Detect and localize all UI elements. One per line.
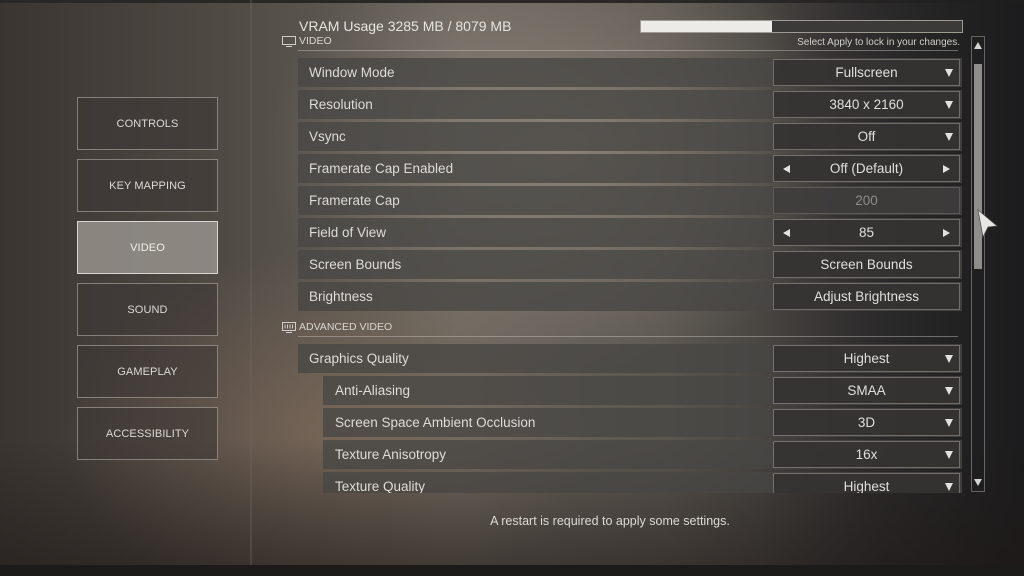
chevron-down-icon — [945, 483, 953, 491]
setting-label: Vsync — [309, 129, 346, 144]
setting-row-brightness: Brightness Adjust Brightness — [298, 282, 962, 311]
vram-usage-fill — [641, 21, 772, 32]
monitor-icon — [282, 35, 296, 47]
bottom-edge — [0, 565, 1024, 576]
setting-label: Anti-Aliasing — [335, 383, 411, 398]
field-value: 200 — [855, 193, 878, 208]
nav-sound-button[interactable]: SOUND — [77, 283, 218, 336]
chevron-down-icon — [945, 419, 953, 427]
nav-accessibility-button[interactable]: ACCESSIBILITY — [77, 407, 218, 460]
setting-label: Graphics Quality — [309, 351, 409, 366]
screen-bounds-button[interactable]: Screen Bounds — [773, 251, 960, 278]
anti-aliasing-dropdown[interactable]: SMAA — [773, 377, 960, 404]
setting-label: Resolution — [309, 97, 373, 112]
restart-required-message: A restart is required to apply some sett… — [490, 514, 730, 528]
setting-row-framerate-cap: Framerate Cap 200 — [298, 186, 962, 215]
arrow-right-icon[interactable] — [943, 229, 950, 237]
setting-label: Field of View — [309, 225, 387, 240]
setting-row-anti-aliasing: Anti-Aliasing SMAA — [323, 376, 962, 405]
setting-label: Framerate Cap — [309, 193, 400, 208]
stepper-value: 85 — [858, 225, 875, 240]
stepper-value: Off (Default) — [829, 161, 904, 176]
chevron-down-icon — [945, 133, 953, 141]
adjust-brightness-button[interactable]: Adjust Brightness — [773, 283, 960, 310]
vram-usage-bar — [640, 20, 963, 33]
section-header-advanced-video: ADVANCED VIDEO — [282, 321, 392, 333]
graphics-quality-dropdown[interactable]: Highest — [773, 345, 960, 372]
setting-label: Framerate Cap Enabled — [309, 161, 454, 176]
vram-usage-label: VRAM Usage 3285 MB / 8079 MB — [299, 18, 512, 34]
arrow-left-icon[interactable] — [783, 165, 790, 173]
setting-row-vsync: Vsync Off — [298, 122, 962, 151]
setting-label: Screen Space Ambient Occlusion — [335, 415, 536, 430]
setting-row-texture-anisotropy: Texture Anisotropy 16x — [323, 440, 962, 469]
nav-video-button[interactable]: VIDEO — [77, 221, 218, 274]
arrow-right-icon[interactable] — [943, 165, 950, 173]
arrow-left-icon[interactable] — [783, 229, 790, 237]
section-title-advanced-video: ADVANCED VIDEO — [299, 321, 393, 333]
chevron-down-icon — [945, 451, 953, 459]
section-divider-advanced-video — [298, 336, 958, 337]
chevron-down-icon — [945, 387, 953, 395]
button-label: Adjust Brightness — [813, 289, 920, 304]
field-of-view-stepper[interactable]: 85 — [773, 219, 960, 246]
scroll-up-arrow-icon[interactable] — [974, 42, 982, 49]
apply-hint-text: Select Apply to lock in your changes. — [797, 37, 960, 48]
section-header-video: VIDEO — [282, 35, 332, 47]
section-title-video: VIDEO — [299, 35, 332, 47]
dropdown-value: 16x — [855, 447, 878, 462]
vsync-dropdown[interactable]: Off — [773, 123, 960, 150]
framerate-cap-field: 200 — [773, 187, 960, 214]
settings-list: Window Mode Fullscreen Resolution 3840 x… — [298, 56, 962, 493]
setting-label: Brightness — [309, 289, 373, 304]
dropdown-value: SMAA — [847, 383, 886, 398]
dropdown-value: 3D — [857, 415, 876, 430]
chevron-down-icon — [945, 69, 953, 77]
setting-row-texture-quality: Texture Quality Highest — [323, 472, 962, 493]
chevron-down-icon — [945, 101, 953, 109]
settings-scrollbar[interactable] — [971, 36, 985, 492]
setting-row-framerate-cap-enabled: Framerate Cap Enabled Off (Default) — [298, 154, 962, 183]
texture-anisotropy-dropdown[interactable]: 16x — [773, 441, 960, 468]
resolution-dropdown[interactable]: 3840 x 2160 — [773, 91, 960, 118]
nav-key-mapping-button[interactable]: KEY MAPPING — [77, 159, 218, 212]
chevron-down-icon — [945, 355, 953, 363]
scroll-down-arrow-icon[interactable] — [974, 479, 982, 486]
setting-row-window-mode: Window Mode Fullscreen — [298, 58, 962, 87]
dropdown-value: Highest — [843, 479, 890, 493]
window-mode-dropdown[interactable]: Fullscreen — [773, 59, 960, 86]
setting-label: Texture Quality — [335, 479, 426, 493]
texture-quality-dropdown[interactable]: Highest — [773, 473, 960, 493]
setting-label: Screen Bounds — [309, 257, 402, 272]
button-label: Screen Bounds — [820, 257, 913, 272]
mouse-cursor-icon — [977, 208, 999, 239]
dropdown-value: Off — [857, 129, 876, 144]
setting-row-graphics-quality: Graphics Quality Highest — [298, 344, 962, 373]
setting-row-resolution: Resolution 3840 x 2160 — [298, 90, 962, 119]
ssao-dropdown[interactable]: 3D — [773, 409, 960, 436]
advanced-monitor-icon — [282, 321, 296, 333]
setting-label: Window Mode — [309, 65, 395, 80]
dropdown-value: Highest — [843, 351, 890, 366]
nav-controls-button[interactable]: CONTROLS — [77, 97, 218, 150]
setting-row-ssao: Screen Space Ambient Occlusion 3D — [323, 408, 962, 437]
setting-row-field-of-view: Field of View 85 — [298, 218, 962, 247]
setting-row-screen-bounds: Screen Bounds Screen Bounds — [298, 250, 962, 279]
framerate-cap-enabled-stepper[interactable]: Off (Default) — [773, 155, 960, 182]
dropdown-value: 3840 x 2160 — [829, 97, 904, 112]
nav-gameplay-button[interactable]: GAMEPLAY — [77, 345, 218, 398]
sidebar-divider — [250, 0, 252, 565]
dropdown-value: Fullscreen — [835, 65, 898, 80]
setting-label: Texture Anisotropy — [335, 447, 447, 462]
section-divider-video — [298, 50, 958, 51]
